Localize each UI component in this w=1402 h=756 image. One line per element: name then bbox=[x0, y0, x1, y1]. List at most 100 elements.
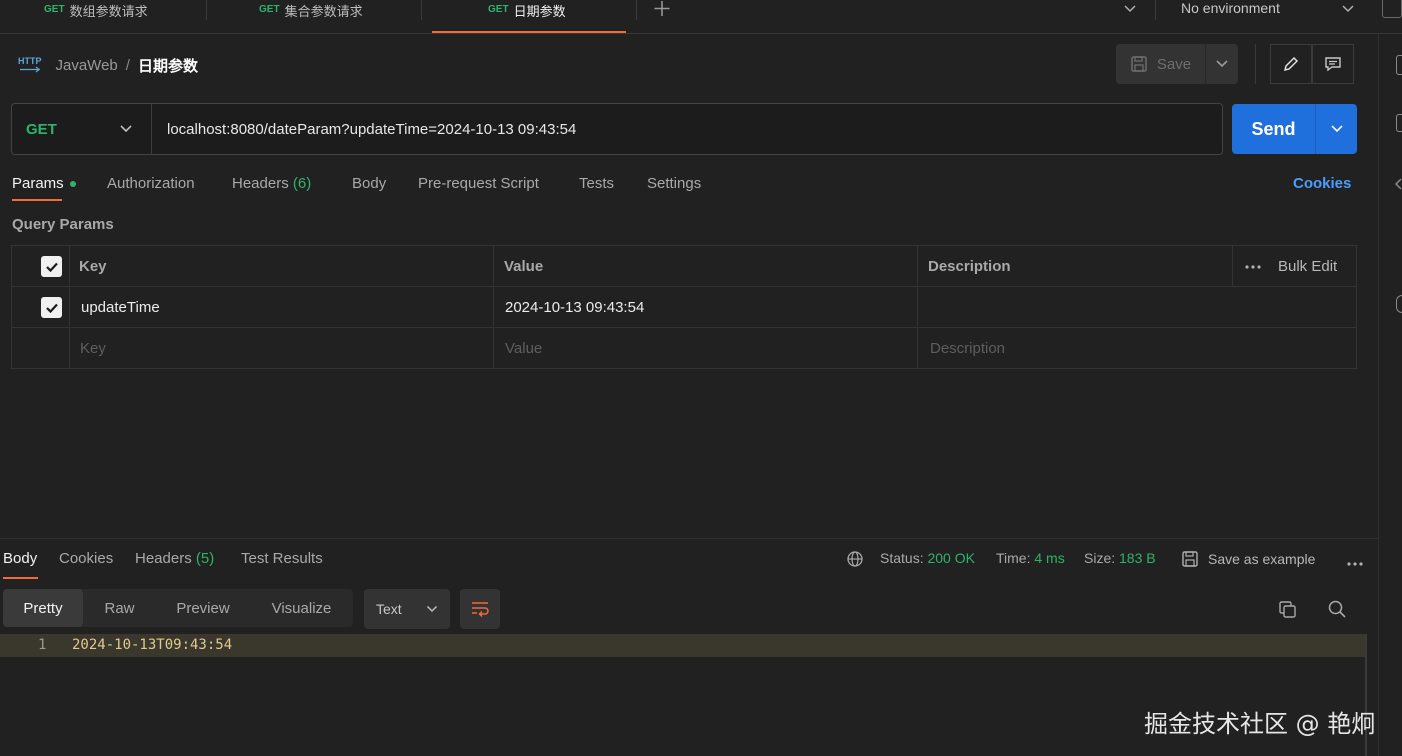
view-tab-visualize[interactable]: Visualize bbox=[250, 589, 353, 627]
search-icon[interactable] bbox=[1327, 599, 1347, 619]
status-label: Status: bbox=[880, 550, 924, 566]
tab-divider bbox=[206, 0, 207, 20]
response-view-tabs: Pretty Raw Preview Visualize bbox=[3, 589, 353, 627]
word-wrap-icon[interactable] bbox=[460, 589, 500, 629]
tabs-dropdown-chevron-down-icon[interactable] bbox=[1122, 2, 1138, 16]
tab-divider bbox=[1155, 0, 1156, 20]
response-tab-headers[interactable]: Headers (5) bbox=[135, 550, 214, 567]
response-divider[interactable] bbox=[0, 538, 1378, 539]
active-tab-indicator bbox=[432, 31, 626, 33]
param-enabled-checkbox[interactable] bbox=[41, 287, 62, 328]
comments-icon[interactable] bbox=[1396, 114, 1402, 132]
save-options-chevron-down-icon[interactable] bbox=[1206, 44, 1238, 84]
response-size[interactable]: Size: 183 B bbox=[1084, 550, 1156, 566]
select-all-checkbox[interactable] bbox=[41, 246, 62, 287]
new-tab-plus-icon[interactable] bbox=[652, 0, 672, 18]
breadcrumb-collection[interactable]: JavaWeb bbox=[56, 57, 118, 74]
copy-icon[interactable] bbox=[1277, 599, 1297, 619]
edit-pencil-icon[interactable] bbox=[1270, 44, 1312, 84]
response-time[interactable]: Time: 4 ms bbox=[996, 550, 1065, 566]
cookies-link[interactable]: Cookies bbox=[1293, 175, 1351, 192]
send-options-chevron-down-icon[interactable] bbox=[1316, 104, 1357, 154]
http-request-icon: HTTP bbox=[18, 57, 42, 73]
table-row: updateTime 2024-10-13 09:43:54 bbox=[11, 287, 1357, 328]
response-tab-indicator bbox=[3, 577, 38, 579]
response-format-select[interactable]: Text bbox=[364, 589, 450, 629]
new-param-key-field[interactable]: Key bbox=[80, 328, 106, 369]
tab-divider bbox=[421, 0, 422, 20]
new-param-value-field[interactable]: Value bbox=[505, 328, 542, 369]
http-method-select[interactable]: GET bbox=[12, 104, 152, 154]
headers-count: (6) bbox=[292, 175, 312, 192]
table-row-empty: Key Value Description bbox=[11, 328, 1357, 369]
page-title[interactable]: 日期参数 bbox=[138, 55, 198, 76]
query-params-title: Query Params bbox=[12, 216, 114, 233]
tab-method: GET bbox=[259, 4, 280, 15]
request-tab[interactable]: GET 集合参数请求 bbox=[259, 0, 363, 34]
code-icon[interactable] bbox=[1394, 176, 1402, 192]
info-icon[interactable] bbox=[1396, 295, 1402, 313]
param-description-field[interactable] bbox=[929, 287, 1349, 328]
response-more-options-icon[interactable] bbox=[1346, 555, 1364, 566]
tab-label: 日期参数 bbox=[513, 4, 566, 19]
environment-chevron-down-icon[interactable] bbox=[1340, 2, 1356, 16]
time-label: Time: bbox=[996, 550, 1031, 566]
send-button[interactable]: Send bbox=[1232, 104, 1316, 154]
response-tab-cookies[interactable]: Cookies bbox=[59, 550, 113, 567]
tab-settings[interactable]: Settings bbox=[647, 175, 701, 192]
size-value: 183 B bbox=[1119, 550, 1156, 566]
tab-params[interactable]: Params bbox=[12, 175, 76, 192]
save-button[interactable]: Save bbox=[1116, 44, 1206, 84]
column-header-value: Value bbox=[504, 258, 544, 275]
comment-icon[interactable] bbox=[1312, 44, 1354, 84]
tab-headers-label: Headers bbox=[232, 175, 289, 192]
right-sidebar-divider bbox=[1378, 34, 1379, 756]
save-icon bbox=[1130, 55, 1148, 73]
watermark-text: 掘金技术社区 @ 艳炯 bbox=[1144, 710, 1376, 738]
new-param-description-field[interactable]: Description bbox=[930, 328, 1005, 369]
view-tab-raw[interactable]: Raw bbox=[83, 589, 156, 627]
tab-label: 集合参数请求 bbox=[284, 4, 363, 19]
response-tab-test-results[interactable]: Test Results bbox=[241, 550, 323, 567]
response-body-text[interactable]: 2024-10-13T09:43:54 bbox=[72, 637, 232, 653]
view-tab-pretty[interactable]: Pretty bbox=[3, 589, 83, 627]
param-key-field[interactable]: updateTime bbox=[81, 287, 160, 328]
url-input[interactable]: localhost:8080/dateParam?updateTime=2024… bbox=[152, 121, 576, 138]
bulk-edit-button[interactable]: Bulk Edit bbox=[1278, 246, 1337, 287]
environment-quick-look-icon[interactable] bbox=[1382, 0, 1402, 18]
tab-headers[interactable]: Headers (6) bbox=[232, 175, 311, 192]
save-label: Save bbox=[1156, 55, 1192, 73]
save-as-example-label: Save as example bbox=[1208, 551, 1316, 567]
more-options-icon[interactable] bbox=[1244, 246, 1262, 287]
response-status[interactable]: Status: 200 OK bbox=[880, 550, 975, 566]
network-globe-icon[interactable] bbox=[846, 550, 864, 568]
params-active-dot bbox=[69, 181, 76, 188]
tab-tests[interactable]: Tests bbox=[579, 175, 614, 192]
tab-body[interactable]: Body bbox=[352, 175, 386, 192]
tab-authorization[interactable]: Authorization bbox=[107, 175, 195, 192]
tab-prerequest-script[interactable]: Pre-request Script bbox=[418, 175, 539, 192]
column-header-description: Description bbox=[928, 258, 1011, 275]
send-button-group: Send bbox=[1232, 104, 1357, 154]
save-as-example-button[interactable]: Save as example bbox=[1181, 550, 1315, 568]
response-tab-body[interactable]: Body bbox=[3, 550, 37, 567]
request-url-bar: GET localhost:8080/dateParam?updateTime=… bbox=[11, 103, 1223, 155]
request-tab[interactable]: GET 数组参数请求 bbox=[44, 0, 148, 34]
chevron-down-icon bbox=[119, 124, 133, 134]
breadcrumb: HTTP JavaWeb / 日期参数 bbox=[18, 54, 198, 76]
column-header-key: Key bbox=[79, 258, 107, 275]
table-header-row: Key Value Description Bulk Edit bbox=[11, 246, 1357, 287]
docs-icon[interactable] bbox=[1396, 55, 1402, 75]
status-value: 200 OK bbox=[927, 550, 975, 566]
response-headers-count: (5) bbox=[195, 550, 215, 567]
view-tab-preview[interactable]: Preview bbox=[156, 589, 250, 627]
request-tab-active[interactable]: GET 日期参数 bbox=[488, 0, 566, 34]
save-button-group: Save bbox=[1116, 44, 1238, 84]
params-tab-indicator bbox=[12, 199, 62, 201]
query-params-table: Key Value Description Bulk Edit updateTi… bbox=[11, 245, 1357, 369]
chevron-down-icon bbox=[426, 605, 438, 613]
environment-selector[interactable]: No environment bbox=[1181, 0, 1280, 16]
param-value-field[interactable]: 2024-10-13 09:43:54 bbox=[505, 287, 644, 328]
size-label: Size: bbox=[1084, 550, 1116, 566]
tab-params-label: Params bbox=[12, 175, 64, 192]
